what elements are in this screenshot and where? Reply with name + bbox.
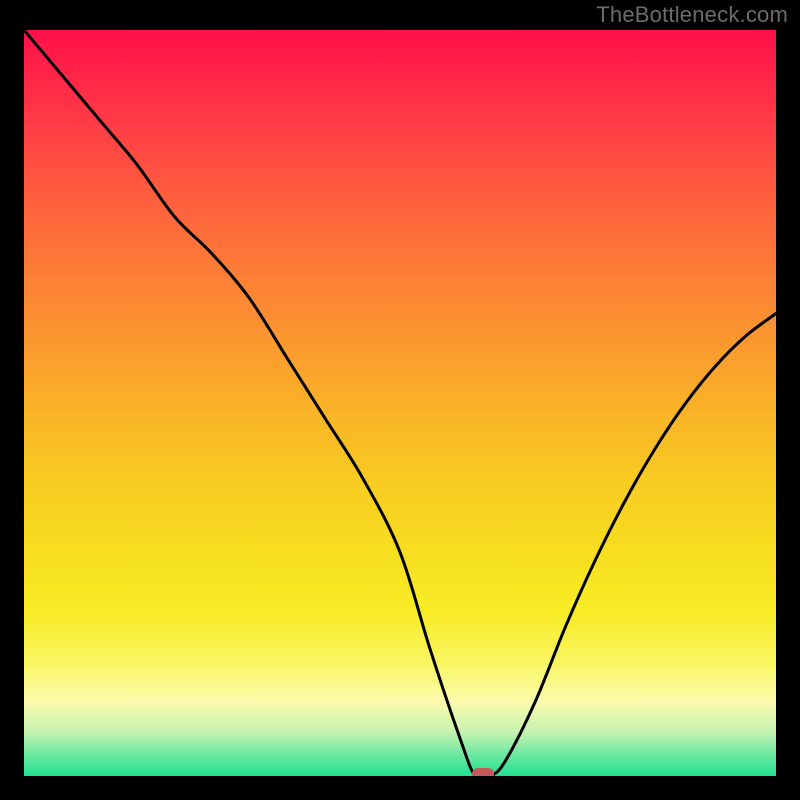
plot-svg [24,30,776,776]
gradient-background [24,30,776,776]
watermark-text: TheBottleneck.com [596,2,788,28]
chart-frame: TheBottleneck.com [0,0,800,800]
plot-area [24,30,776,776]
optimal-marker [472,768,494,776]
